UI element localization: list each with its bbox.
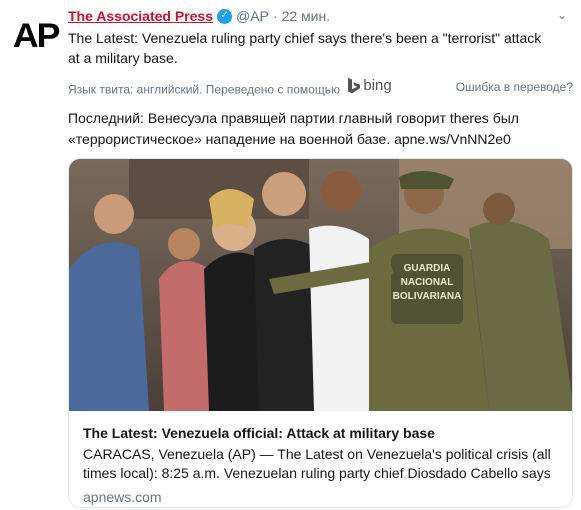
translation-language-note: Язык твита: английский. Переведено с пом…	[68, 82, 340, 97]
chevron-down-icon[interactable]: ⌄	[557, 8, 567, 22]
author-handle[interactable]: @AP	[236, 6, 269, 26]
translation-bar: Язык твита: английский. Переведено с пом…	[68, 77, 573, 97]
tweet-text: The Latest: Venezuela ruling party chief…	[68, 30, 542, 66]
translation-info: Язык твита: английский. Переведено с пом…	[68, 77, 392, 97]
card-title: The Latest: Venezuela official: Attack a…	[83, 425, 435, 441]
ap-avatar[interactable]: AP	[12, 12, 61, 60]
vest-text-2: NACIONAL	[401, 277, 454, 288]
separator-dot: ·	[272, 8, 278, 24]
link-card[interactable]: GUARDIA NACIONAL BOLIVARIANA The Latest:…	[68, 158, 573, 508]
vest-text-3: BOLIVARIANA	[393, 291, 462, 302]
tweet-content: The Associated Press ✓ @AP · 22 мин. ⌄ T…	[68, 6, 573, 150]
bing-brand[interactable]: bing	[347, 77, 392, 95]
translation-error-link[interactable]: Ошибка в переводе?	[456, 80, 573, 94]
card-domain: apnews.com	[83, 489, 162, 505]
author-name[interactable]: The Associated Press	[68, 6, 213, 26]
tweet-timestamp[interactable]: 22 мин.	[282, 6, 331, 26]
vest-text-1: GUARDIA	[404, 263, 451, 274]
bing-logo-icon	[348, 77, 361, 94]
card-description: CARACAS, Venezuela (AP) — The Latest on …	[83, 446, 551, 481]
translated-text: Последний: Венесуэла правящей партии гла…	[68, 110, 519, 147]
ap-logo: AP	[13, 16, 61, 55]
verified-badge-icon: ✓	[217, 8, 232, 24]
card-image[interactable]: GUARDIA NACIONAL BOLIVARIANA	[69, 159, 573, 411]
bing-label: bing	[363, 77, 392, 95]
tweet-header: The Associated Press ✓ @AP · 22 мин.	[68, 6, 573, 26]
card-body: The Latest: Venezuela official: Attack a…	[69, 411, 572, 505]
